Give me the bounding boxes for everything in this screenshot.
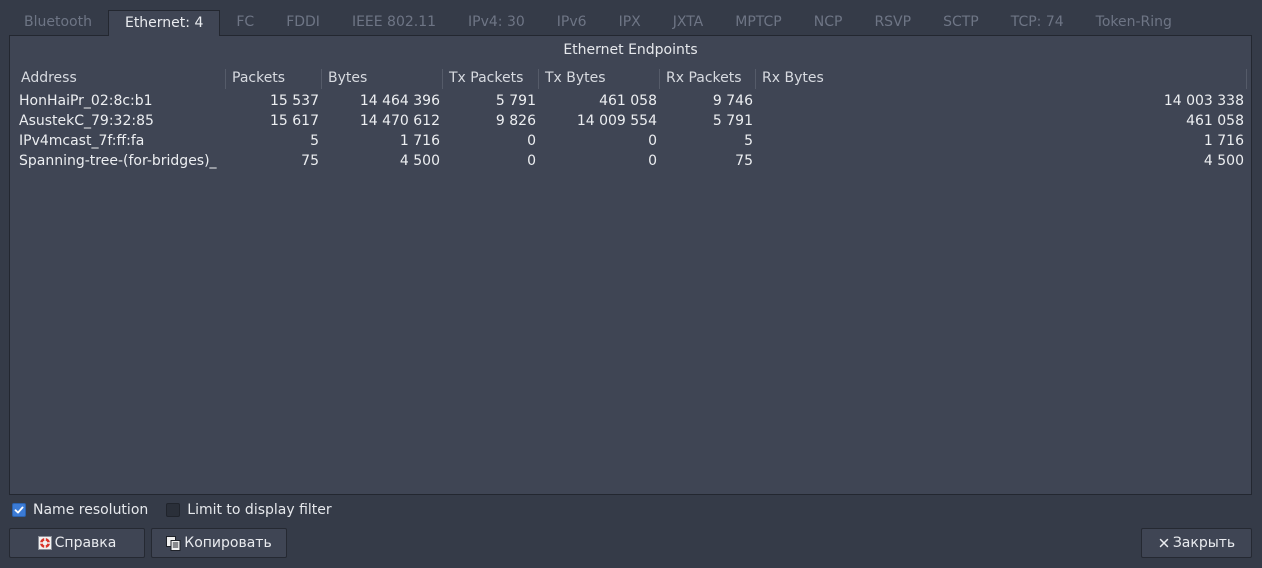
table-header: Address Packets Bytes Tx Packets Tx Byte… [15, 69, 1247, 89]
cell-rx-bytes: 4 500 [1203, 153, 1244, 169]
limit-display-filter-label: Limit to display filter [187, 502, 332, 518]
cell-tx-bytes: 461 058 [599, 93, 657, 109]
tab-ieee80211[interactable]: IEEE 802.11 [336, 10, 452, 36]
copy-icon [166, 535, 181, 551]
panel-title: Ethernet Endpoints [563, 42, 698, 58]
cell-address: Spanning-tree-(for-bridges)_ [19, 153, 217, 169]
tab-mptcp[interactable]: MPTCP [719, 10, 797, 36]
cell-rx-bytes: 14 003 338 [1163, 93, 1244, 109]
endpoints-panel: Ethernet Endpoints Address Packets Bytes… [9, 35, 1252, 495]
table-row[interactable]: AsustekC_79:32:85 15 617 14 470 612 9 82… [15, 111, 1247, 131]
cell-packets: 15 537 [270, 93, 319, 109]
tab-token-ring[interactable]: Token-Ring [1080, 10, 1188, 36]
cell-tx-packets: 0 [527, 153, 536, 169]
tab-ipx[interactable]: IPX [603, 10, 657, 36]
cell-tx-packets: 0 [527, 133, 536, 149]
column-header-tx-bytes[interactable]: Tx Bytes [539, 69, 660, 89]
name-resolution-checkbox[interactable]: Name resolution [12, 502, 148, 518]
name-resolution-label: Name resolution [33, 502, 149, 518]
table-row[interactable]: HonHaiPr_02:8c:b1 15 537 14 464 396 5 79… [15, 91, 1247, 111]
cell-tx-bytes: 0 [648, 133, 657, 149]
cell-rx-packets: 5 791 [712, 113, 753, 129]
tab-ipv4[interactable]: IPv4: 30 [452, 10, 541, 36]
column-header-rx-bytes[interactable]: Rx Bytes [756, 69, 1247, 89]
limit-display-filter-checkbox[interactable]: Limit to display filter [166, 502, 332, 518]
cell-bytes: 14 470 612 [359, 113, 440, 129]
cell-bytes: 14 464 396 [359, 93, 440, 109]
column-header-rx-packets[interactable]: Rx Packets [660, 69, 756, 89]
tab-bar: Bluetooth Ethernet: 4 FC FDDI IEEE 802.1… [8, 10, 1188, 36]
checkbox-checked-icon[interactable] [12, 503, 26, 517]
cell-address: AsustekC_79:32:85 [19, 113, 154, 129]
tab-ncp[interactable]: NCP [798, 10, 859, 36]
cell-bytes: 4 500 [399, 153, 440, 169]
copy-button[interactable]: Копировать [151, 528, 287, 558]
tab-rsvp[interactable]: RSVP [858, 10, 927, 36]
tab-fc[interactable]: FC [220, 10, 270, 36]
tab-bluetooth[interactable]: Bluetooth [8, 10, 108, 36]
cell-address: HonHaiPr_02:8c:b1 [19, 93, 153, 109]
checkbox-unchecked-icon[interactable] [166, 503, 181, 517]
close-button[interactable]: Закрыть [1141, 528, 1252, 558]
cell-rx-bytes: 1 716 [1203, 133, 1244, 149]
column-header-packets[interactable]: Packets [226, 69, 322, 89]
tab-ethernet[interactable]: Ethernet: 4 [107, 10, 221, 36]
cell-tx-packets: 5 791 [495, 93, 536, 109]
column-header-tx-packets[interactable]: Tx Packets [443, 69, 539, 89]
cell-tx-bytes: 14 009 554 [576, 113, 657, 129]
cell-rx-packets: 5 [744, 133, 753, 149]
cell-address: IPv4mcast_7f:ff:fa [19, 133, 145, 149]
cell-packets: 5 [310, 133, 319, 149]
tab-sctp[interactable]: SCTP [927, 10, 995, 36]
help-lifebuoy-icon [37, 536, 52, 550]
close-button-label: Закрыть [1172, 535, 1236, 551]
close-x-icon [1158, 537, 1170, 549]
cell-packets: 15 617 [270, 113, 319, 129]
column-header-bytes[interactable]: Bytes [322, 69, 443, 89]
table-body: HonHaiPr_02:8c:b1 15 537 14 464 396 5 79… [15, 91, 1247, 171]
cell-packets: 75 [301, 153, 319, 169]
tab-ipv6[interactable]: IPv6 [541, 10, 603, 36]
tab-jxta[interactable]: JXTA [657, 10, 720, 36]
copy-button-label: Копировать [184, 535, 272, 551]
cell-rx-packets: 9 746 [712, 93, 753, 109]
options-row: Name resolution Limit to display filter [12, 500, 332, 520]
help-button[interactable]: Справка [9, 528, 145, 558]
help-button-label: Справка [54, 535, 117, 551]
cell-rx-bytes: 461 058 [1186, 113, 1244, 129]
tab-fddi[interactable]: FDDI [270, 10, 336, 36]
cell-tx-packets: 9 826 [495, 113, 536, 129]
tab-tcp[interactable]: TCP: 74 [995, 10, 1080, 36]
table-row[interactable]: Spanning-tree-(for-bridges)_ 75 4 500 0 … [15, 151, 1247, 171]
column-header-address[interactable]: Address [15, 69, 226, 89]
cell-bytes: 1 716 [399, 133, 440, 149]
cell-tx-bytes: 0 [648, 153, 657, 169]
cell-rx-packets: 75 [735, 153, 753, 169]
table-row[interactable]: IPv4mcast_7f:ff:fa 5 1 716 0 0 5 1 716 [15, 131, 1247, 151]
